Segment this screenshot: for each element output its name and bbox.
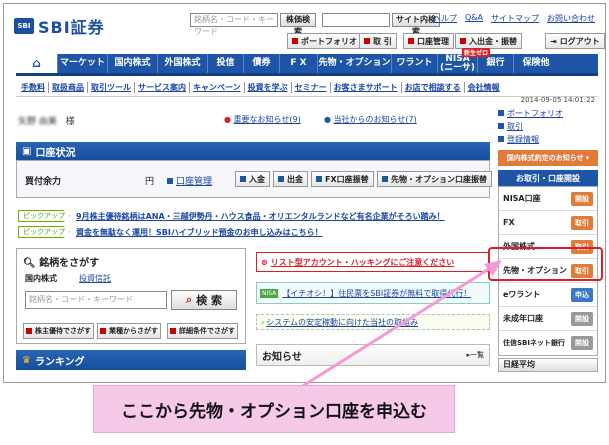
instruction-caption: ここから先物・オプション口座を申込む [93,385,455,433]
arrow-head [484,260,502,276]
arrow-line [289,265,493,396]
pointer-arrow [289,260,502,396]
